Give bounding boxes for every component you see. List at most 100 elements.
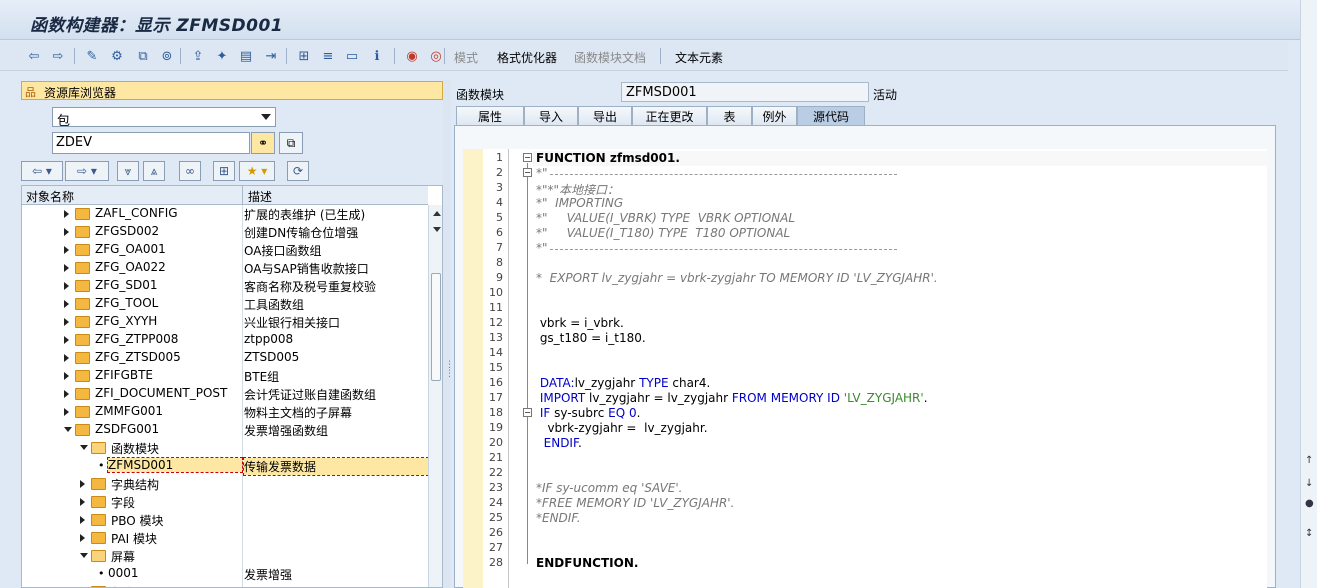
expand-arrow-icon[interactable] xyxy=(64,228,69,236)
tree-row-name[interactable]: ZSDFG001 xyxy=(95,422,159,436)
tree-row-name[interactable]: ZFMSD001 xyxy=(107,457,243,473)
tab-2[interactable]: 导出 xyxy=(578,106,632,126)
tree-row-name[interactable]: 包含 xyxy=(111,584,135,587)
tree-row[interactable]: ZFI_DOCUMENT_POST 会计凭证过账自建函数组 xyxy=(22,385,428,403)
expand-arrow-icon[interactable] xyxy=(80,498,85,506)
tree-row-name[interactable]: ZFG_ZTPP008 xyxy=(95,332,178,346)
expand-arrow-icon[interactable] xyxy=(64,408,69,416)
expand-arrow-icon[interactable] xyxy=(64,282,69,290)
tree-row[interactable]: ZFGSD002 创建DN传输仓位增强 xyxy=(22,223,428,241)
expand-arrow-icon[interactable] xyxy=(64,336,69,344)
tree-row-name[interactable]: PBO 模块 xyxy=(111,512,164,529)
collapse-arrow-icon[interactable] xyxy=(80,445,88,450)
expand-arrow-icon[interactable] xyxy=(64,354,69,362)
tree-row[interactable]: 函数模块 xyxy=(22,439,428,457)
display-change-icon[interactable]: ⚙ xyxy=(109,48,125,64)
scroll-up-icon[interactable] xyxy=(433,211,441,216)
tab-1[interactable]: 导入 xyxy=(524,106,578,126)
tree-row[interactable]: ZFG_TOOL 工具函数组 xyxy=(22,295,428,313)
previous-object-button[interactable]: ⇦ ▾ xyxy=(21,161,63,181)
activate-icon[interactable]: ⇪ xyxy=(190,48,206,64)
hierarchy-button[interactable]: ⊞ xyxy=(213,161,235,181)
pane-splitter[interactable]: ⋮ ⋮ xyxy=(443,80,454,588)
collapse-block-icon[interactable]: − xyxy=(523,153,532,162)
info-icon[interactable]: ℹ xyxy=(369,48,385,64)
text-elements-button[interactable]: 文本元素 xyxy=(675,49,723,66)
tree-row-name[interactable]: ZMMFG001 xyxy=(95,404,163,418)
repository-browser-header[interactable]: 品 资源库浏览器 xyxy=(21,81,443,100)
tree-row[interactable]: PBO 模块 xyxy=(22,511,428,529)
tree-row[interactable]: ZFG_XYYH 兴业银行相关接口 xyxy=(22,313,428,331)
column-header-description[interactable]: 描述 xyxy=(248,188,272,205)
tree-row-name[interactable]: ZFG_OA022 xyxy=(95,260,166,274)
tree-row[interactable]: ZFG_OA001 OA接口函数组 xyxy=(22,241,428,259)
test-icon[interactable]: ✦ xyxy=(214,48,230,64)
column-header-name[interactable]: 对象名称 xyxy=(26,188,74,205)
tree-row-name[interactable]: ZFIFGBTE xyxy=(95,368,153,382)
tree-row-name[interactable]: ZFG_TOOL xyxy=(95,296,158,310)
collapse-block-icon[interactable]: − xyxy=(523,168,532,177)
collapse-arrow-icon[interactable] xyxy=(64,427,72,432)
expand-arrow-icon[interactable] xyxy=(64,300,69,308)
tree-row[interactable]: ZMMFG001 物料主文档的子屏幕 xyxy=(22,403,428,421)
tree-row[interactable]: ZFG_ZTSD005 ZTSD005 xyxy=(22,349,428,367)
tree-row[interactable]: ZFG_SD01 客商名称及税号重复校验 xyxy=(22,277,428,295)
tree-row-name[interactable]: 屏幕 xyxy=(111,548,135,565)
object-list-button[interactable]: ⧉ xyxy=(279,132,303,154)
tree-row[interactable]: ZSDFG001 发票增强函数组 xyxy=(22,421,428,439)
object-name-input[interactable]: ZDEV xyxy=(52,132,250,154)
tree-row[interactable]: 字典结构 xyxy=(22,475,428,493)
chevron-down-icon[interactable] xyxy=(261,114,271,120)
active-inactive-icon[interactable]: ⧉ xyxy=(135,48,151,64)
collapse-all-button[interactable]: ⩓ xyxy=(143,161,165,181)
back-icon[interactable]: ⇦ xyxy=(26,48,42,64)
refresh-button[interactable]: ⟳ xyxy=(287,161,309,181)
breakpoint-icon[interactable]: ◉ xyxy=(404,48,420,64)
tree-row[interactable]: • 0001 发票增强 xyxy=(22,565,428,583)
structure-icon[interactable]: ≡ xyxy=(320,48,336,64)
tree-row[interactable]: PAI 模块 xyxy=(22,529,428,547)
tree-row[interactable]: 字段 xyxy=(22,493,428,511)
tree-row[interactable]: 包含 xyxy=(22,583,428,587)
tree-row-name[interactable]: ZFG_OA001 xyxy=(95,242,166,256)
scroll-thumb[interactable] xyxy=(431,273,441,381)
expand-arrow-icon[interactable] xyxy=(64,210,69,218)
expand-arrow-icon[interactable] xyxy=(64,318,69,326)
scroll-down-icon[interactable] xyxy=(433,227,441,232)
tab-5[interactable]: 例外 xyxy=(752,106,797,126)
tree-scrollbar[interactable] xyxy=(428,205,442,587)
function-module-documentation-button[interactable]: 函数模块文档 xyxy=(574,49,646,66)
expand-arrow-icon[interactable] xyxy=(64,264,69,272)
tree-row-name[interactable]: ZFG_XYYH xyxy=(95,314,157,328)
hierarchy-icon[interactable]: ⊞ xyxy=(296,48,312,64)
other-object-icon[interactable]: ✎ xyxy=(84,48,100,64)
window-icon[interactable]: ▭ xyxy=(344,48,360,64)
expand-arrow-icon[interactable] xyxy=(64,390,69,398)
tree-row-name[interactable]: ZFGSD002 xyxy=(95,224,159,238)
tree-row[interactable]: ZFG_OA022 OA与SAP销售收款接口 xyxy=(22,259,428,277)
forward-icon[interactable]: ⇨ xyxy=(50,48,66,64)
expand-arrow-icon[interactable] xyxy=(64,246,69,254)
pretty-printer-button[interactable]: 格式优化器 xyxy=(497,49,557,66)
tree-row-name[interactable]: ZAFL_CONFIG xyxy=(95,206,178,220)
tab-4[interactable]: 表 xyxy=(707,106,752,126)
check-icon[interactable]: ⊚ xyxy=(159,48,175,64)
expand-arrow-icon[interactable] xyxy=(80,516,85,524)
display-button[interactable]: ⚭ xyxy=(251,132,275,154)
expand-arrow-icon[interactable] xyxy=(64,372,69,380)
next-object-button[interactable]: ⇨ ▾ xyxy=(65,161,109,181)
collapse-block-icon[interactable]: − xyxy=(523,408,532,417)
tree-row[interactable]: • ZFMSD001 传输发票数据 xyxy=(22,457,429,476)
tree-row-name[interactable]: ZFG_SD01 xyxy=(95,278,158,292)
tree-row-name[interactable]: 字段 xyxy=(111,494,135,511)
tree-row[interactable]: ZFG_ZTPP008 ztpp008 xyxy=(22,331,428,349)
collapse-arrow-icon[interactable] xyxy=(80,553,88,558)
tree-row[interactable]: 屏幕 xyxy=(22,547,428,565)
mode-button[interactable]: 模式 xyxy=(454,49,478,66)
tree-row-name[interactable]: ZFI_DOCUMENT_POST xyxy=(95,386,227,400)
expand-arrow-icon[interactable] xyxy=(80,534,85,542)
object-type-dropdown[interactable]: 包 xyxy=(52,107,276,129)
tab-0[interactable]: 属性 xyxy=(456,106,524,126)
navigate-icon[interactable]: ⇥ xyxy=(263,48,279,64)
tree-row-name[interactable]: 0001 xyxy=(108,566,139,580)
